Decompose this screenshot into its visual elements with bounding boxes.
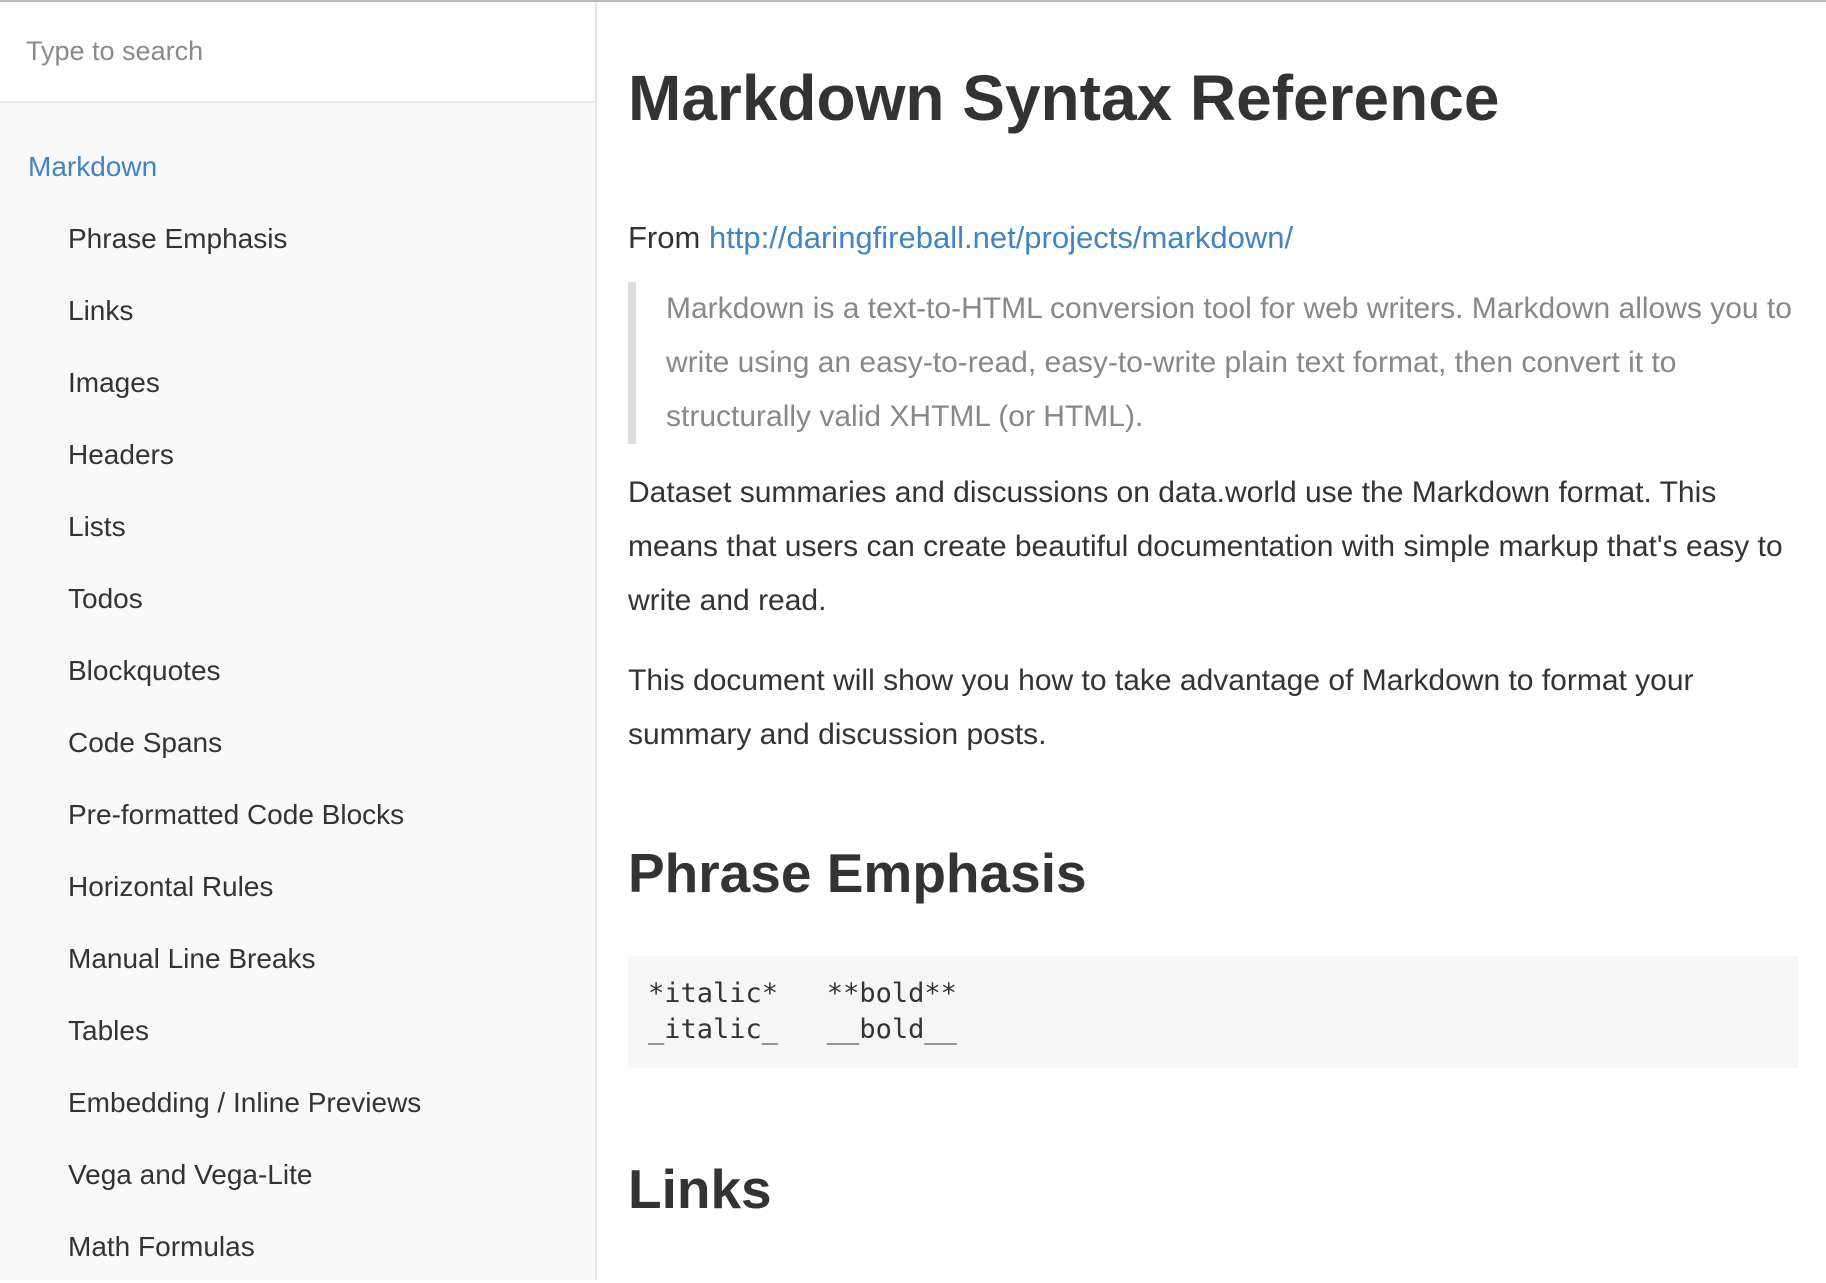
sidebar-item-vega[interactable]: Vega and Vega-Lite	[0, 1139, 595, 1211]
sidebar-item-horizontal-rules[interactable]: Horizontal Rules	[0, 851, 595, 923]
sidebar-item-embedding[interactable]: Embedding / Inline Previews	[0, 1067, 595, 1139]
sidebar-item-markdown[interactable]: Markdown	[0, 131, 595, 203]
sidebar-item-todos[interactable]: Todos	[0, 563, 595, 635]
sidebar-item-code-spans[interactable]: Code Spans	[0, 707, 595, 779]
sidebar-item-images[interactable]: Images	[0, 347, 595, 419]
purpose-paragraph: This document will show you how to take …	[628, 664, 1694, 751]
sidebar-item-preformatted-code-blocks[interactable]: Pre-formatted Code Blocks	[0, 779, 595, 851]
sidebar-item-tables[interactable]: Tables	[0, 995, 595, 1067]
intro-paragraph: Dataset summaries and discussions on dat…	[628, 476, 1783, 617]
source-link[interactable]: http://daringfireball.net/projects/markd…	[709, 220, 1293, 255]
sidebar-item-lists[interactable]: Lists	[0, 491, 595, 563]
sidebar-item-manual-line-breaks[interactable]: Manual Line Breaks	[0, 923, 595, 995]
search-box	[0, 2, 595, 103]
sidebar-item-headers[interactable]: Headers	[0, 419, 595, 491]
from-label: From	[628, 220, 701, 255]
sidebar-item-phrase-emphasis[interactable]: Phrase Emphasis	[0, 203, 595, 275]
sidebar-item-links[interactable]: Links	[0, 275, 595, 347]
search-input[interactable]	[0, 2, 595, 101]
sidebar: Markdown Phrase Emphasis Links Images He…	[0, 2, 597, 1280]
section-heading-links: Links	[628, 1158, 772, 1220]
code-block-phrase-emphasis: *italic* **bold** _italic_ __bold__	[628, 956, 1798, 1068]
sidebar-nav: Markdown Phrase Emphasis Links Images He…	[0, 103, 595, 1283]
section-heading-phrase-emphasis: Phrase Emphasis	[628, 842, 1087, 904]
intro-blockquote: Markdown is a text-to-HTML conversion to…	[628, 282, 1798, 444]
page-title: Markdown Syntax Reference	[628, 62, 1500, 134]
sidebar-item-math-formulas[interactable]: Math Formulas	[0, 1211, 595, 1283]
sidebar-item-blockquotes[interactable]: Blockquotes	[0, 635, 595, 707]
source-line: From http://daringfireball.net/projects/…	[628, 216, 1798, 260]
main-content: Markdown Syntax Reference From http://da…	[628, 2, 1798, 1280]
